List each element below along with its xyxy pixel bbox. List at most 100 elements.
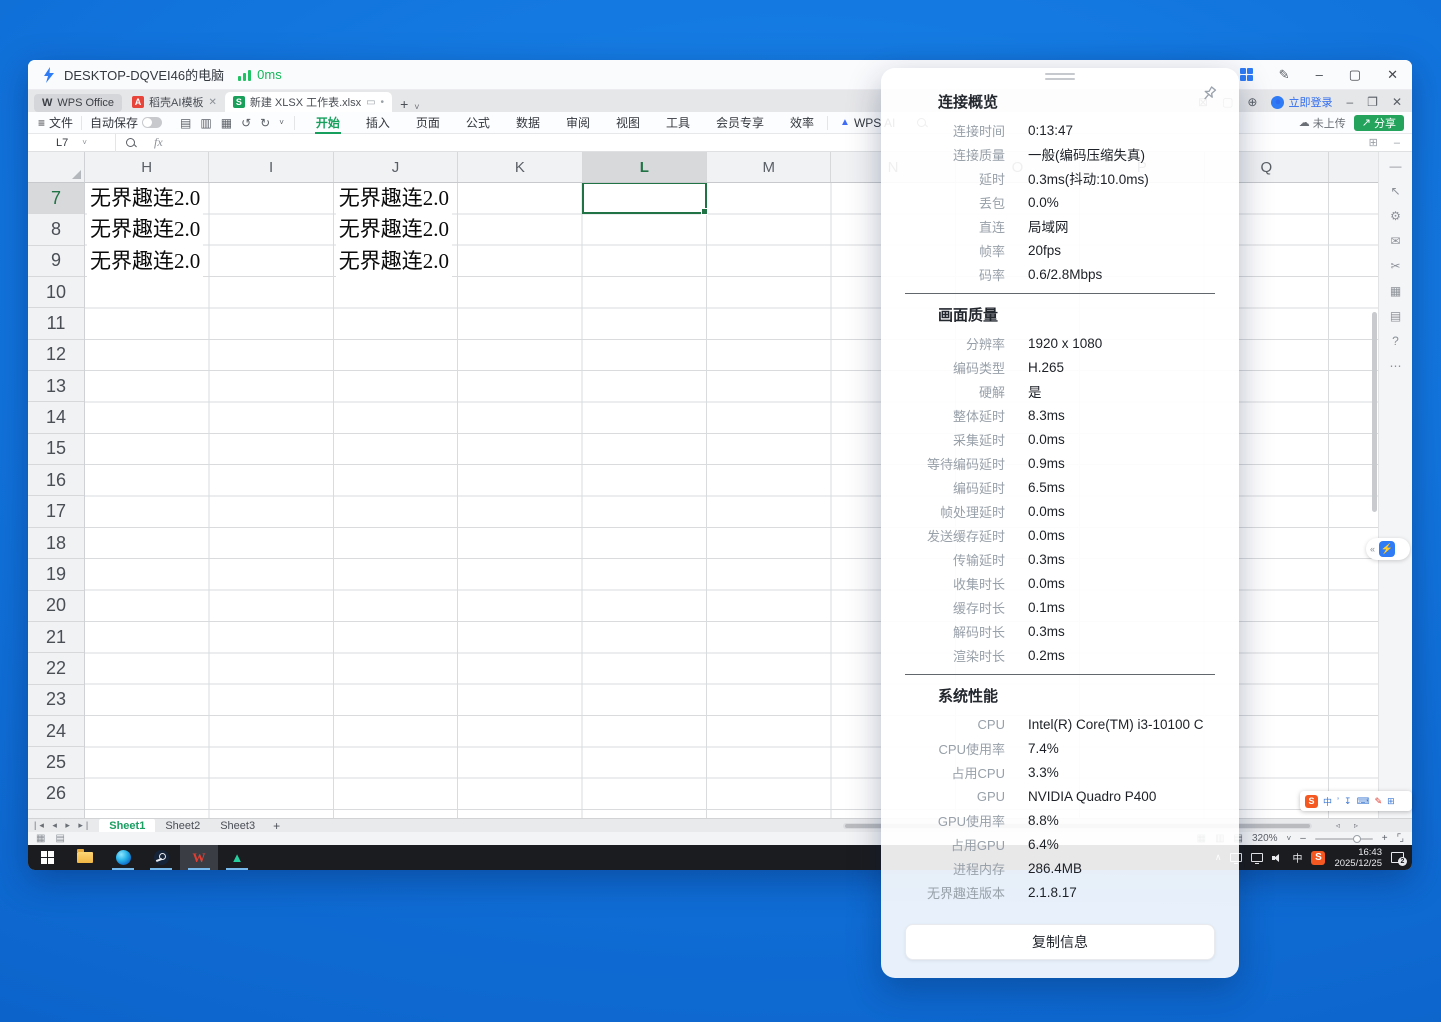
zoom-out-button[interactable]: –: [1300, 833, 1306, 844]
row-header-13[interactable]: 13: [28, 371, 84, 402]
file-menu[interactable]: ≡ 文件: [28, 116, 82, 130]
fx-icon[interactable]: fx: [154, 135, 163, 150]
row-header-24[interactable]: 24: [28, 716, 84, 747]
row-header-16[interactable]: 16: [28, 465, 84, 496]
row-header-15[interactable]: 15: [28, 434, 84, 465]
row-header-23[interactable]: 23: [28, 685, 84, 716]
close-tab-icon[interactable]: ✕: [208, 97, 216, 108]
sheet-tab-Sheet2[interactable]: Sheet2: [155, 819, 210, 833]
steam-button[interactable]: [142, 845, 180, 870]
settings-icon[interactable]: ⚙: [1390, 210, 1401, 222]
name-box[interactable]: L7 ˅: [28, 134, 116, 152]
formula-expand-icon[interactable]: ⊞: [1369, 136, 1378, 149]
wps-close-button[interactable]: ✕: [1392, 95, 1402, 109]
sheet-nav-arrows[interactable]: |◂ ◂ ▸ ▸|: [28, 820, 99, 831]
ribbon-menu-公式[interactable]: 公式: [453, 112, 503, 134]
ribbon-menu-页面[interactable]: 页面: [403, 112, 453, 134]
comment-icon[interactable]: ✉: [1390, 235, 1400, 247]
remote-maximize-button[interactable]: ▢: [1349, 68, 1361, 81]
column-header-L[interactable]: L: [583, 152, 707, 182]
column-header-H[interactable]: H: [85, 152, 209, 182]
ribbon-menu-插入[interactable]: 插入: [353, 112, 403, 134]
macro-record-icon[interactable]: ▦: [36, 833, 45, 844]
row-header-9[interactable]: 9: [28, 246, 84, 277]
file-explorer-button[interactable]: [66, 845, 104, 870]
soft-keyboard-icon[interactable]: ⌨: [1357, 796, 1370, 807]
row-header-7[interactable]: 7: [28, 183, 84, 214]
sogou-tray-icon[interactable]: S: [1311, 851, 1325, 865]
copy-info-button[interactable]: 复制信息: [905, 924, 1215, 960]
share-button[interactable]: ↗ 分享: [1354, 115, 1404, 131]
row-header-25[interactable]: 25: [28, 747, 84, 778]
row-header-17[interactable]: 17: [28, 497, 84, 528]
cursor-select-icon[interactable]: ↖: [1390, 185, 1400, 197]
zoom-slider[interactable]: [1315, 838, 1373, 840]
zoom-in-button[interactable]: +: [1382, 833, 1388, 844]
remote-minimize-button[interactable]: –: [1316, 68, 1323, 81]
row-header-11[interactable]: 11: [28, 308, 84, 339]
toolbox-icon[interactable]: ⊞: [1387, 796, 1395, 807]
apps-grid-icon[interactable]: [1240, 68, 1253, 81]
lang-toggle-icon[interactable]: 中: [1323, 795, 1332, 808]
add-sheet-button[interactable]: +: [265, 819, 288, 833]
voice-input-icon[interactable]: ↧: [1344, 796, 1352, 807]
speaker-icon[interactable]: [1272, 853, 1283, 862]
hscroll-arrows[interactable]: ◃ ▹: [1336, 821, 1364, 830]
row-header-12[interactable]: 12: [28, 340, 84, 371]
ribbon-menu-会员专享[interactable]: 会员专享: [703, 112, 777, 134]
edge-browser-button[interactable]: [104, 845, 142, 870]
row-header-18[interactable]: 18: [28, 528, 84, 559]
vertical-scrollbar[interactable]: [1372, 312, 1377, 512]
start-button[interactable]: [28, 845, 66, 870]
ribbon-menu-视图[interactable]: 视图: [603, 112, 653, 134]
collapse-icon[interactable]: —: [1390, 160, 1402, 172]
preview-icon[interactable]: ▦: [221, 116, 232, 130]
globe-icon[interactable]: ⊕: [1247, 95, 1257, 109]
column-header-I[interactable]: I: [209, 152, 333, 182]
autosave-toggle[interactable]: 自动保存: [82, 114, 170, 131]
row-header-19[interactable]: 19: [28, 559, 84, 590]
punctuation-icon[interactable]: ’: [1337, 796, 1339, 806]
ribbon-menu-审阅[interactable]: 审阅: [553, 112, 603, 134]
formula-collapse-icon[interactable]: –: [1394, 137, 1400, 149]
wps-restore-button[interactable]: ❐: [1367, 95, 1378, 109]
page-mode-icon[interactable]: ▤: [55, 833, 64, 844]
row-header-10[interactable]: 10: [28, 277, 84, 308]
zoom-chevron-icon[interactable]: ˅: [1287, 834, 1292, 843]
row-header-8[interactable]: 8: [28, 214, 84, 245]
ribbon-menu-开始[interactable]: 开始: [303, 112, 353, 134]
network-icon[interactable]: [1251, 853, 1263, 862]
ribbon-menu-数据[interactable]: 数据: [503, 112, 553, 134]
ime-indicator[interactable]: 中: [1292, 850, 1302, 865]
row-header-22[interactable]: 22: [28, 653, 84, 684]
drag-handle[interactable]: [1045, 73, 1075, 83]
chart-icon[interactable]: ▦: [1390, 285, 1401, 297]
taskbar-clock[interactable]: 16:43 2025/12/25: [1334, 847, 1382, 869]
fullscreen-icon[interactable]: ⌜⌟: [1397, 833, 1402, 844]
zoom-slider-handle[interactable]: [1353, 835, 1361, 843]
sheet-tab-Sheet1[interactable]: Sheet1: [99, 819, 155, 833]
new-tab-button[interactable]: +: [400, 96, 408, 112]
redo-icon[interactable]: ↻: [260, 116, 270, 130]
row-header-27[interactable]: 27: [28, 810, 84, 818]
row-header-26[interactable]: 26: [28, 779, 84, 810]
wps-office-home-tab[interactable]: W WPS Office: [34, 94, 122, 112]
tab-list-chevron-icon[interactable]: ˅: [414, 102, 419, 112]
chevron-down-icon[interactable]: ˅: [279, 118, 284, 127]
column-header-R[interactable]: R: [1329, 152, 1378, 182]
selected-cell-L7[interactable]: [582, 182, 707, 214]
sheet-tab-Sheet3[interactable]: Sheet3: [210, 819, 265, 833]
select-all-corner[interactable]: [28, 152, 85, 183]
row-header-21[interactable]: 21: [28, 622, 84, 653]
tab-xlsx-workbook[interactable]: S 新建 XLSX 工作表.xlsx ▭ •: [225, 92, 392, 112]
formula-search-icon[interactable]: [126, 138, 136, 148]
annotate-icon[interactable]: ✎: [1279, 67, 1290, 83]
wps-ai-floating-pill[interactable]: « ⚡: [1366, 538, 1410, 560]
help-icon[interactable]: ?: [1392, 335, 1399, 347]
column-header-M[interactable]: M: [707, 152, 831, 182]
upload-status[interactable]: ☁ 未上传: [1299, 115, 1346, 131]
zoom-level[interactable]: 320%: [1252, 833, 1278, 844]
doc-preview-icon[interactable]: ▭: [366, 97, 375, 108]
action-center-icon[interactable]: 2: [1391, 852, 1404, 863]
undo-icon[interactable]: ↺: [241, 116, 251, 130]
